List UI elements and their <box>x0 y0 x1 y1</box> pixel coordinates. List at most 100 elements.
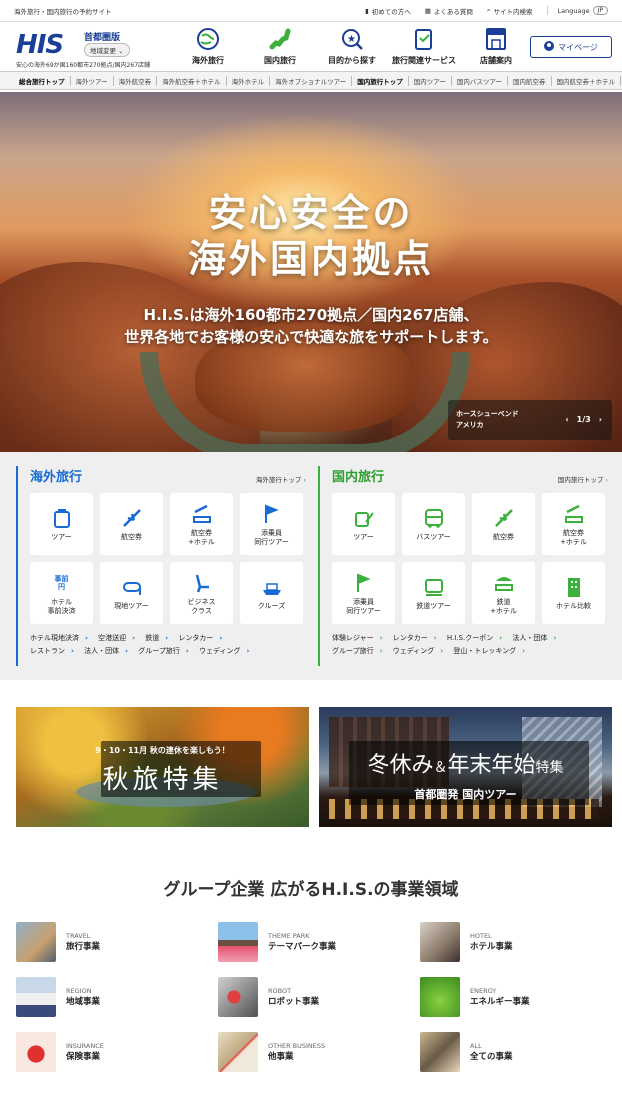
nav-overseas[interactable]: 海外旅行 <box>172 26 244 66</box>
subnav-item[interactable]: 海外ツアー <box>71 75 114 86</box>
link-item[interactable]: 登山・トレッキング › <box>453 647 529 655</box>
language-switcher[interactable]: Language JP <box>546 6 608 15</box>
link-item[interactable]: ウェディング › <box>199 647 253 655</box>
link-item[interactable]: 法人・団体 › <box>512 634 560 642</box>
prepay-badge: 事前 円 <box>54 574 69 591</box>
tile-overseas-business[interactable]: ビジネス クラス <box>170 562 233 624</box>
language-select[interactable]: JP <box>592 6 608 15</box>
tile-domestic-air[interactable]: 航空券 <box>472 493 535 555</box>
business-hotel[interactable]: HOTEL ホテル事業 <box>420 921 622 963</box>
link-item[interactable]: レンタカー › <box>393 634 441 642</box>
subnav-item[interactable]: 海外航空券 <box>114 75 158 86</box>
chevron-right-icon: › <box>71 647 74 655</box>
link-label: レンタカー <box>392 634 428 642</box>
link-item[interactable]: 鉄道 › <box>145 634 172 642</box>
svg-text:★: ★ <box>347 34 356 45</box>
robot-thumbnail <box>218 977 258 1017</box>
nav-services[interactable]: 旅行関連サービス <box>388 26 460 66</box>
nav-purpose[interactable]: ★ 目的から探す <box>316 26 388 66</box>
autumn-banner[interactable]: 9・10・11月 秋の連休を楽しもう！ 秋旅特集 <box>16 707 309 827</box>
hero-subtitle: H.I.S.は海外160都市270拠点／国内267店舗、 世界各地でお客様の安心で… <box>0 304 622 348</box>
domestic-top-label: 国内旅行トップ <box>557 476 604 484</box>
prev-arrow-icon[interactable]: ‹ <box>565 414 568 425</box>
faq-label: よくある質問 <box>433 7 473 16</box>
region-thumbnail <box>16 977 56 1017</box>
site-search-label: サイト内検索 <box>493 7 533 16</box>
next-arrow-icon[interactable]: › <box>599 414 602 425</box>
subnav-item[interactable]: 海外航空券＋ホテル <box>157 75 227 86</box>
tile-label: バスツアー <box>416 533 451 541</box>
link-item[interactable]: ホテル現地決済 › <box>30 634 92 642</box>
nav-domestic[interactable]: 国内旅行 <box>244 26 316 66</box>
site-search-link[interactable]: ⌕ サイト内検索 <box>487 6 533 16</box>
subnav-item[interactable]: 海外オプショナルツアー <box>270 75 353 86</box>
tile-label: 添乗員 同行ツアー <box>346 597 381 615</box>
area-change-button[interactable]: 地域変更 ⌄ <box>84 43 130 57</box>
first-time-link[interactable]: ▮ 初めての方へ <box>365 6 411 16</box>
chevron-right-icon: › <box>219 634 223 642</box>
mypage-button[interactable]: マイページ <box>530 36 612 58</box>
subnav-item[interactable]: 国内航空券＋ホテル <box>552 75 621 86</box>
link-item[interactable]: 空港送迎 › <box>98 634 139 642</box>
chevron-right-icon: › <box>499 634 503 642</box>
winter-banner[interactable]: 冬休み＆年末年始特集 首都圏発 国内ツアー <box>319 707 612 827</box>
business-travel[interactable]: TRAVEL 旅行事業 <box>16 921 218 963</box>
link-item[interactable]: グループ旅行 › <box>138 647 192 655</box>
subnav-item[interactable]: 総合旅行トップ <box>14 75 71 86</box>
business-theme-park[interactable]: THEME PARK テーマパーク事業 <box>218 921 420 963</box>
tile-domestic-rail-tour[interactable]: 鉄道ツアー <box>402 562 465 624</box>
faq-link[interactable]: ▦ よくある質問 <box>425 6 473 16</box>
tile-overseas-hotel-prepay[interactable]: 事前 円ホテル 事前決済 <box>30 562 93 624</box>
tile-domestic-escort[interactable]: 添乗員 同行ツアー <box>332 562 395 624</box>
link-item[interactable]: グループ旅行 › <box>332 647 386 655</box>
domestic-top-link[interactable]: 国内旅行トップ › <box>558 474 608 484</box>
winter-title-b: 年末年始 <box>447 753 536 778</box>
tile-domestic-hotel-compare[interactable]: ホテル比較 <box>542 562 605 624</box>
business-en: INSURANCE <box>66 1042 104 1050</box>
tile-domestic-rail-hotel[interactable]: 鉄道 +ホテル <box>472 562 535 624</box>
link-item[interactable]: レストラン › <box>30 647 78 655</box>
link-item[interactable]: 体験レジャー › <box>332 634 387 642</box>
tile-domestic-bus[interactable]: バスツアー <box>402 493 465 555</box>
tile-overseas-escort[interactable]: 添乗員 同行ツアー <box>240 493 303 555</box>
tile-overseas-air-hotel[interactable]: 航空券 +ホテル <box>170 493 233 555</box>
business-region[interactable]: REGION 地域事業 <box>16 976 218 1018</box>
overseas-top-link[interactable]: 海外旅行トップ › <box>256 474 306 484</box>
business-robot[interactable]: ROBOT ロボット事業 <box>218 976 420 1018</box>
business-jp: ホテル事業 <box>470 942 513 952</box>
subnav-item[interactable]: 国内バスツアー <box>452 75 508 86</box>
business-all[interactable]: ALL 全ての事業 <box>420 1031 622 1073</box>
link-item[interactable]: レンタカー › <box>178 634 226 642</box>
tile-overseas-cruise[interactable]: クルーズ <box>240 562 303 624</box>
subnav-item[interactable]: 国内航空券 <box>508 75 552 86</box>
theme-park-thumbnail <box>218 922 258 962</box>
his-logo[interactable]: HIS <box>16 30 64 60</box>
search-icon: ⌕ <box>486 6 491 14</box>
business-other[interactable]: OTHER BUSINESS 他事業 <box>218 1031 420 1073</box>
nav-stores[interactable]: 店舗案内 <box>460 26 532 66</box>
sub-nav: 総合旅行トップ 海外ツアー 海外航空券 海外航空券＋ホテル 海外ホテル 海外オプ… <box>0 72 622 90</box>
business-energy[interactable]: ENERGY エネルギー事業 <box>420 976 622 1018</box>
domestic-links: 体験レジャー › レンタカー › H.I.S.クーポン › 法人・団体 › グループ旅行… <box>332 632 608 658</box>
tile-domestic-air-hotel[interactable]: 航空券 +ホテル <box>542 493 605 555</box>
subnav-item[interactable]: 国内旅行トップ <box>352 75 409 86</box>
link-item[interactable]: H.I.S.クーポン › <box>447 634 506 642</box>
tile-overseas-local-tour[interactable]: 現地ツアー <box>100 562 163 624</box>
hero-banner[interactable]: 安心安全の 海外国内拠点 H.I.S.は海外160都市270拠点／国内267店舗、… <box>0 92 622 452</box>
link-label: 法人・団体 <box>84 647 120 655</box>
nav-services-label: 旅行関連サービス <box>392 56 456 65</box>
business-insurance[interactable]: INSURANCE 保険事業 <box>16 1031 218 1073</box>
user-icon <box>544 41 555 53</box>
winter-title-amp: ＆ <box>433 760 448 776</box>
business-en: ENERGY <box>470 987 497 995</box>
chevron-right-icon: › <box>303 476 306 484</box>
tile-overseas-tour[interactable]: ツアー <box>30 493 93 555</box>
hero-caption: ホースシューベンド アメリカ ‹ 1/3 › <box>448 400 612 440</box>
link-item[interactable]: ウェディング › <box>393 647 447 655</box>
area-change-label: 地域変更 <box>90 47 116 55</box>
tile-domestic-tour[interactable]: ツアー <box>332 493 395 555</box>
subnav-item[interactable]: 国内ツアー <box>409 75 452 86</box>
subnav-item[interactable]: 海外ホテル <box>227 75 271 86</box>
link-item[interactable]: 法人・団体 › <box>84 647 132 655</box>
tile-overseas-air[interactable]: 航空券 <box>100 493 163 555</box>
